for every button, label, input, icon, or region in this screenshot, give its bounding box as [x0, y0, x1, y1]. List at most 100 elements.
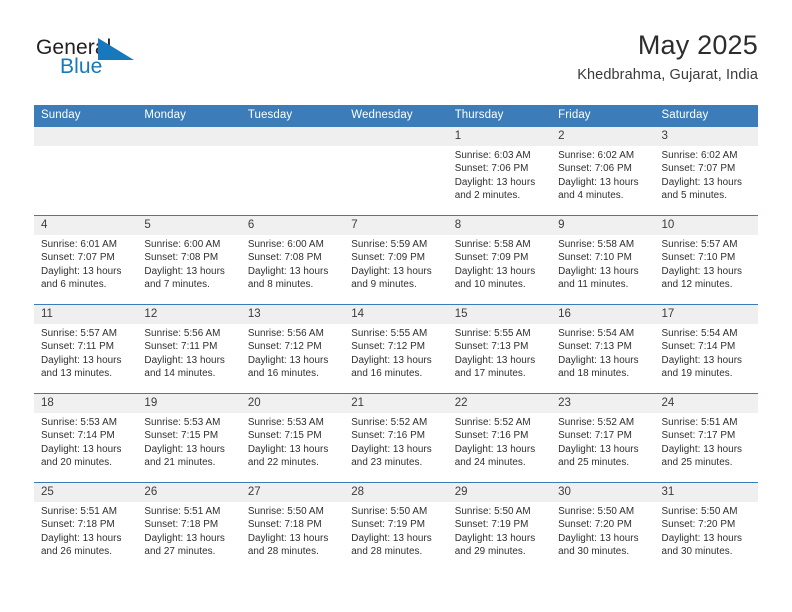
calendar-day-cell-empty: [34, 127, 138, 215]
daylight-text-line1: Daylight: 13 hours: [247, 354, 329, 366]
calendar-day-cell[interactable]: 29 Sunrise: 5:50 AM Sunset: 7:19 PM Dayligh…: [447, 483, 552, 571]
calendar-day-cell[interactable]: 4 Sunrise: 6:01 AM Sunset: 7:07 PM Daylight…: [34, 216, 138, 304]
day-number: 11: [34, 305, 138, 324]
calendar-day-cell[interactable]: 1 Sunrise: 6:03 AM Sunset: 7:06 PM Daylight…: [447, 127, 552, 215]
calendar-day-cell[interactable]: 17 Sunrise: 5:54 AM Sunset: 7:14 PM Dayligh…: [654, 305, 758, 393]
calendar-day-cell[interactable]: 5 Sunrise: 6:00 AM Sunset: 7:08 PM Daylight…: [137, 216, 241, 304]
day-details: Sunrise: 5:58 AM Sunset: 7:09 PM Daylight:…: [448, 235, 551, 291]
calendar-page: General Blue May 2025 Khedbrahma, Gujara…: [0, 0, 792, 612]
calendar-day-cell[interactable]: 9 Sunrise: 5:58 AM Sunset: 7:10 PM Daylight…: [551, 216, 655, 304]
daylight-text-line1: Daylight: 13 hours: [454, 265, 536, 277]
calendar-day-cell[interactable]: 30 Sunrise: 5:50 AM Sunset: 7:20 PM Dayligh…: [551, 483, 655, 571]
day-number: 29: [447, 483, 552, 502]
day-details: Sunrise: 5:51 AM Sunset: 7:17 PM Daylight:…: [655, 413, 758, 469]
sunset-text: Sunset: 7:19 PM: [351, 519, 426, 531]
sunrise-text: Sunrise: 5:55 AM: [454, 328, 531, 339]
daylight-text-line1: Daylight: 13 hours: [247, 532, 329, 544]
calendar-week-row: 18 Sunrise: 5:53 AM Sunset: 7:14 PM Dayligh…: [34, 393, 758, 482]
sunrise-text: Sunrise: 5:50 AM: [247, 506, 324, 517]
sunrise-text: Sunrise: 5:50 AM: [661, 506, 738, 517]
calendar-grid: Sunday Monday Tuesday Wednesday Thursday…: [34, 105, 758, 571]
day-details: Sunrise: 5:51 AM Sunset: 7:18 PM Daylight:…: [34, 502, 137, 558]
day-details: Sunrise: 5:57 AM Sunset: 7:11 PM Daylight:…: [34, 324, 137, 380]
daylight-text-line1: Daylight: 13 hours: [41, 532, 122, 544]
day-details: Sunrise: 5:56 AM Sunset: 7:11 PM Daylight:…: [137, 324, 240, 380]
daylight-text-line1: Daylight: 13 hours: [454, 176, 536, 188]
daylight-text-line2: and 7 minutes.: [144, 278, 210, 290]
daylight-text-line2: and 21 minutes.: [144, 456, 216, 468]
sunset-text: Sunset: 7:09 PM: [351, 252, 426, 264]
calendar-day-cell[interactable]: 22 Sunrise: 5:52 AM Sunset: 7:16 PM Dayligh…: [447, 394, 552, 482]
day-number: [240, 127, 345, 146]
sunrise-text: Sunrise: 5:50 AM: [454, 506, 531, 517]
calendar-day-cell[interactable]: 8 Sunrise: 5:58 AM Sunset: 7:09 PM Daylight…: [447, 216, 552, 304]
daylight-text-line1: Daylight: 13 hours: [351, 443, 432, 455]
calendar-day-cell[interactable]: 28 Sunrise: 5:50 AM Sunset: 7:19 PM Dayligh…: [344, 483, 448, 571]
calendar-day-cell[interactable]: 16 Sunrise: 5:54 AM Sunset: 7:13 PM Dayligh…: [551, 305, 655, 393]
day-details: Sunrise: 6:02 AM Sunset: 7:06 PM Daylight:…: [551, 146, 654, 202]
daylight-text-line1: Daylight: 13 hours: [558, 443, 639, 455]
day-number: 18: [34, 394, 138, 413]
sunrise-text: Sunrise: 6:02 AM: [661, 150, 738, 161]
day-number: 7: [344, 216, 448, 235]
calendar-week-row: 4 Sunrise: 6:01 AM Sunset: 7:07 PM Daylight…: [34, 215, 758, 304]
calendar-day-cell[interactable]: 2 Sunrise: 6:02 AM Sunset: 7:06 PM Daylight…: [551, 127, 655, 215]
sunrise-text: Sunrise: 5:51 AM: [144, 506, 221, 517]
daylight-text-line2: and 24 minutes.: [454, 456, 526, 468]
day-details: Sunrise: 5:53 AM Sunset: 7:15 PM Daylight:…: [241, 413, 344, 469]
calendar-day-cell[interactable]: 14 Sunrise: 5:55 AM Sunset: 7:12 PM Dayligh…: [344, 305, 448, 393]
calendar-day-cell[interactable]: 26 Sunrise: 5:51 AM Sunset: 7:18 PM Dayligh…: [137, 483, 241, 571]
sunrise-text: Sunrise: 6:03 AM: [454, 150, 531, 161]
calendar-day-cell[interactable]: 11 Sunrise: 5:57 AM Sunset: 7:11 PM Dayligh…: [34, 305, 138, 393]
calendar-day-cell[interactable]: 15 Sunrise: 5:55 AM Sunset: 7:13 PM Dayligh…: [447, 305, 552, 393]
sunrise-text: Sunrise: 5:50 AM: [558, 506, 635, 517]
day-number: 4: [34, 216, 138, 235]
daylight-text-line2: and 28 minutes.: [351, 545, 423, 557]
weekday-header-monday: Monday: [144, 109, 186, 121]
sunset-text: Sunset: 7:12 PM: [247, 341, 322, 353]
sunrise-text: Sunrise: 6:00 AM: [247, 239, 324, 250]
daylight-text-line1: Daylight: 13 hours: [41, 265, 122, 277]
day-details: Sunrise: 6:01 AM Sunset: 7:07 PM Daylight:…: [34, 235, 137, 291]
daylight-text-line2: and 4 minutes.: [558, 189, 624, 201]
daylight-text-line2: and 29 minutes.: [454, 545, 526, 557]
brand-logo[interactable]: General Blue: [34, 36, 234, 94]
day-details: Sunrise: 5:53 AM Sunset: 7:14 PM Daylight:…: [34, 413, 137, 469]
daylight-text-line1: Daylight: 13 hours: [661, 354, 743, 366]
calendar-day-cell[interactable]: 21 Sunrise: 5:52 AM Sunset: 7:16 PM Dayligh…: [344, 394, 448, 482]
day-details: Sunrise: 5:50 AM Sunset: 7:20 PM Daylight:…: [551, 502, 654, 558]
day-number: 10: [654, 216, 758, 235]
daylight-text-line2: and 19 minutes.: [661, 367, 733, 379]
calendar-day-cell[interactable]: 12 Sunrise: 5:56 AM Sunset: 7:11 PM Dayligh…: [137, 305, 241, 393]
calendar-day-cell[interactable]: 13 Sunrise: 5:56 AM Sunset: 7:12 PM Dayligh…: [240, 305, 345, 393]
calendar-week-row: 25 Sunrise: 5:51 AM Sunset: 7:18 PM Dayligh…: [34, 482, 758, 571]
calendar-day-cell[interactable]: 7 Sunrise: 5:59 AM Sunset: 7:09 PM Daylight…: [344, 216, 448, 304]
weekday-header-sunday: Sunday: [41, 109, 81, 121]
daylight-text-line2: and 30 minutes.: [558, 545, 630, 557]
calendar-day-cell[interactable]: 19 Sunrise: 5:53 AM Sunset: 7:15 PM Dayligh…: [137, 394, 241, 482]
day-details: Sunrise: 5:50 AM Sunset: 7:19 PM Daylight:…: [448, 502, 551, 558]
day-number: 27: [240, 483, 345, 502]
day-number: 20: [240, 394, 345, 413]
calendar-day-cell[interactable]: 20 Sunrise: 5:53 AM Sunset: 7:15 PM Dayligh…: [240, 394, 345, 482]
daylight-text-line1: Daylight: 13 hours: [661, 265, 743, 277]
daylight-text-line1: Daylight: 13 hours: [247, 443, 329, 455]
calendar-day-cell[interactable]: 18 Sunrise: 5:53 AM Sunset: 7:14 PM Dayligh…: [34, 394, 138, 482]
day-details: Sunrise: 6:00 AM Sunset: 7:08 PM Daylight:…: [241, 235, 344, 291]
calendar-day-cell[interactable]: 6 Sunrise: 6:00 AM Sunset: 7:08 PM Daylight…: [240, 216, 345, 304]
day-number: 28: [344, 483, 448, 502]
day-details: Sunrise: 5:53 AM Sunset: 7:15 PM Daylight:…: [137, 413, 240, 469]
sunset-text: Sunset: 7:07 PM: [661, 163, 736, 175]
day-details: Sunrise: 5:59 AM Sunset: 7:09 PM Daylight:…: [344, 235, 447, 291]
calendar-day-cell[interactable]: 10 Sunrise: 5:57 AM Sunset: 7:10 PM Dayligh…: [654, 216, 758, 304]
day-number: 30: [551, 483, 655, 502]
calendar-day-cell[interactable]: 24 Sunrise: 5:51 AM Sunset: 7:17 PM Dayligh…: [654, 394, 758, 482]
calendar-day-cell[interactable]: 31 Sunrise: 5:50 AM Sunset: 7:20 PM Dayligh…: [654, 483, 758, 571]
daylight-text-line1: Daylight: 13 hours: [661, 443, 743, 455]
calendar-day-cell[interactable]: 27 Sunrise: 5:50 AM Sunset: 7:18 PM Dayligh…: [240, 483, 345, 571]
calendar-day-cell-empty: [137, 127, 241, 215]
calendar-day-cell[interactable]: 25 Sunrise: 5:51 AM Sunset: 7:18 PM Dayligh…: [34, 483, 138, 571]
calendar-day-cell[interactable]: 3 Sunrise: 6:02 AM Sunset: 7:07 PM Daylight…: [654, 127, 758, 215]
daylight-text-line2: and 6 minutes.: [41, 278, 107, 290]
calendar-day-cell[interactable]: 23 Sunrise: 5:52 AM Sunset: 7:17 PM Dayligh…: [551, 394, 655, 482]
